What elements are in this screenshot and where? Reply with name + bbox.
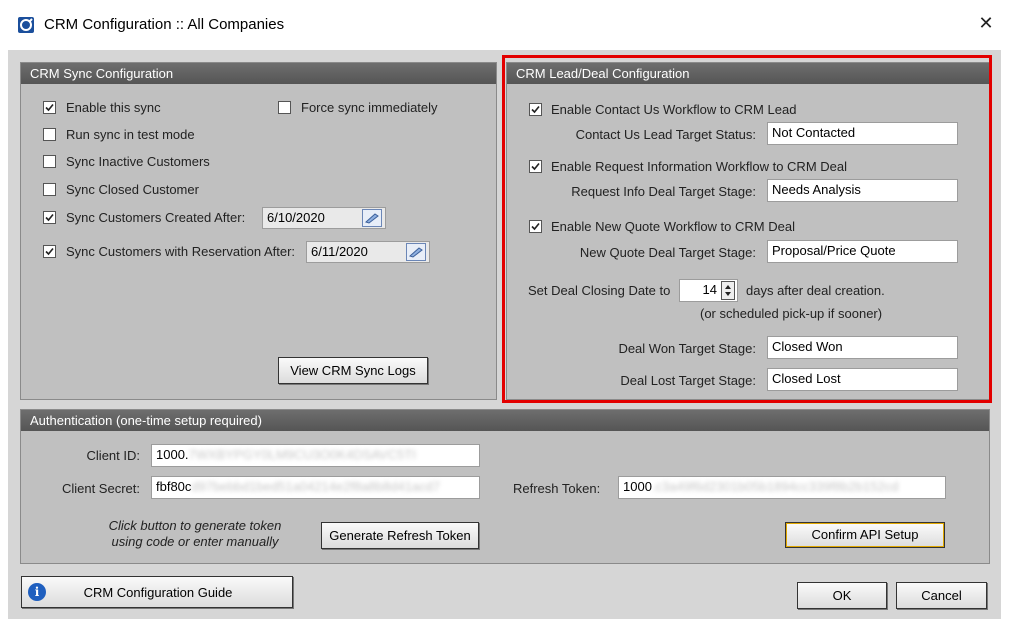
calendar-icon[interactable] (406, 243, 426, 261)
contact-workflow-checkbox[interactable] (529, 103, 542, 116)
sync-panel-header: CRM Sync Configuration (21, 63, 496, 84)
deal-lost-label: Deal Lost Target Stage: (620, 373, 756, 388)
enable-sync-checkbox[interactable] (43, 101, 56, 114)
contact-status-input[interactable]: Not Contacted (767, 122, 958, 145)
test-mode-label: Run sync in test mode (66, 127, 195, 142)
stepper-arrows-icon[interactable] (721, 281, 735, 300)
inactive-customers-label: Sync Inactive Customers (66, 154, 210, 169)
quote-workflow-label: Enable New Quote Workflow to CRM Deal (551, 219, 795, 234)
confirm-api-setup-button[interactable]: Confirm API Setup (785, 522, 945, 548)
cancel-button[interactable]: Cancel (896, 582, 987, 609)
refresh-token-input[interactable]: 1000.c3a49f6d2301b05b1894cc339f8b2b152cd (618, 476, 946, 499)
window-title: CRM Configuration :: All Companies (44, 16, 285, 33)
created-after-label: Sync Customers Created After: (66, 210, 246, 225)
request-stage-input[interactable]: Needs Analysis (767, 179, 958, 202)
configuration-guide-label: CRM Configuration Guide (83, 585, 233, 600)
ok-button[interactable]: OK (797, 582, 887, 609)
quote-stage-input[interactable]: Proposal/Price Quote (767, 240, 958, 263)
client-secret-input[interactable]: fbf80cd97bebbd1bed51a04214e2f8a8b8d41acd… (151, 476, 480, 499)
generate-refresh-token-button[interactable]: Generate Refresh Token (321, 522, 479, 549)
closing-date-suffix: days after deal creation. (746, 283, 885, 298)
deal-lost-input[interactable]: Closed Lost (767, 368, 958, 391)
client-id-label: Client ID: (86, 448, 140, 463)
contact-status-label: Contact Us Lead Target Status: (575, 127, 756, 142)
contact-workflow-label: Enable Contact Us Workflow to CRM Lead (551, 102, 797, 117)
view-sync-logs-button[interactable]: View CRM Sync Logs (278, 357, 428, 384)
test-mode-checkbox[interactable] (43, 128, 56, 141)
close-icon[interactable]: ✕ (975, 12, 997, 34)
reservation-after-checkbox[interactable] (43, 245, 56, 258)
client-secret-label: Client Secret: (61, 481, 140, 496)
closing-date-prefix: Set Deal Closing Date to (528, 283, 671, 298)
created-after-checkbox[interactable] (43, 211, 56, 224)
closed-customer-label: Sync Closed Customer (66, 182, 199, 197)
force-sync-checkbox[interactable] (278, 101, 291, 114)
request-workflow-label: Enable Request Information Workflow to C… (551, 159, 847, 174)
force-sync-label: Force sync immediately (301, 100, 438, 115)
client-id-input[interactable]: 1000.7WXBYPGY0LM9CU3O0K4DSAVC5TI (151, 444, 480, 467)
configuration-guide-button[interactable]: i CRM Configuration Guide (21, 576, 293, 608)
closing-date-note: (or scheduled pick-up if sooner) (700, 306, 883, 321)
closed-customer-checkbox[interactable] (43, 183, 56, 196)
inactive-customers-checkbox[interactable] (43, 155, 56, 168)
token-hint-line1: Click button to generate token (108, 518, 282, 533)
calendar-icon[interactable] (362, 209, 382, 227)
quote-workflow-checkbox[interactable] (529, 220, 542, 233)
request-stage-label: Request Info Deal Target Stage: (571, 184, 756, 199)
app-icon (18, 17, 34, 33)
refresh-token-label: Refresh Token: (513, 481, 601, 496)
auth-panel-header: Authentication (one-time setup required) (21, 410, 989, 431)
deal-won-label: Deal Won Target Stage: (618, 341, 756, 356)
request-workflow-checkbox[interactable] (529, 160, 542, 173)
quote-stage-label: New Quote Deal Target Stage: (579, 245, 756, 260)
deal-won-input[interactable]: Closed Won (767, 336, 958, 359)
reservation-after-label: Sync Customers with Reservation After: (66, 244, 296, 259)
token-hint-line2: using code or enter manually (111, 534, 279, 549)
enable-sync-label: Enable this sync (66, 100, 161, 115)
